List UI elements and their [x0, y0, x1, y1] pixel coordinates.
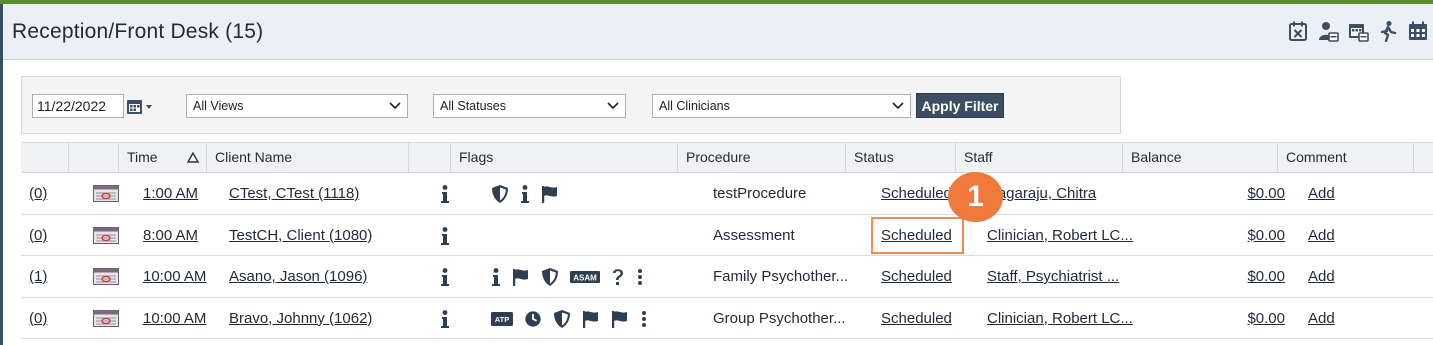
calendar-dropdown-icon[interactable] — [126, 97, 160, 117]
header-balance[interactable]: Balance — [1123, 143, 1278, 173]
page-header: Reception/Front Desk (15) — [3, 4, 1433, 60]
staff-link[interactable]: Clinician, Robert LC... — [987, 215, 1137, 256]
clinicians-select-value: All Clinicians — [659, 99, 730, 113]
calendar-x-icon[interactable] — [1283, 17, 1313, 45]
add-comment-link[interactable]: Add — [1308, 256, 1342, 297]
time-link[interactable]: 8:00 AM — [143, 215, 223, 256]
appointment-count-link[interactable]: (0) — [29, 173, 59, 214]
appointments-grid: Time Client Name Flags Procedure Status … — [21, 142, 1433, 339]
procedure-text: Family Psychother... — [713, 268, 849, 285]
shield-icon[interactable] — [491, 184, 509, 204]
grid-body: (0) 1:00 AM CTest, CTest (1118) testProcedu… — [21, 173, 1433, 339]
more-icon[interactable] — [636, 267, 644, 287]
question-icon[interactable] — [611, 267, 625, 287]
svg-text:ATP: ATP — [495, 315, 509, 324]
more-icon[interactable] — [640, 309, 648, 329]
calendar-print-icon[interactable] — [1343, 17, 1373, 45]
staff-link[interactable]: Staff, Psychiatrist ... — [987, 256, 1137, 297]
add-comment-link[interactable]: Add — [1308, 298, 1342, 339]
appointment-count-link[interactable]: (1) — [29, 256, 59, 297]
client-name-link[interactable]: Asano, Jason (1096) — [229, 256, 419, 297]
time-link[interactable]: 10:00 AM — [143, 298, 223, 339]
sort-ascending-icon — [187, 152, 199, 163]
svg-text:ASAM: ASAM — [573, 274, 597, 283]
appointment-count-link[interactable]: (0) — [29, 298, 59, 339]
views-select-value: All Views — [193, 99, 244, 113]
balance-link[interactable]: $0.00 — [1231, 256, 1285, 297]
header-procedure[interactable]: Procedure — [678, 143, 846, 173]
client-info-icon[interactable] — [440, 309, 450, 330]
add-comment-link[interactable]: Add — [1308, 215, 1342, 256]
table-row: (0) 10:00 AM Bravo, Johnny (1062) ATP Group … — [21, 298, 1433, 339]
client-name-link[interactable]: CTest, CTest (1118) — [229, 173, 419, 214]
client-name-link[interactable]: Bravo, Johnny (1062) — [229, 298, 419, 339]
walk-in-icon[interactable] — [1373, 17, 1403, 45]
header-toolbar — [1283, 17, 1433, 45]
flag-icon[interactable] — [611, 309, 629, 329]
header-info — [409, 143, 451, 173]
info-icon[interactable] — [520, 184, 530, 204]
table-row: (0) 1:00 AM CTest, CTest (1118) testProcedu… — [21, 173, 1433, 215]
time-link[interactable]: 10:00 AM — [143, 256, 223, 297]
header-staff[interactable]: Staff — [956, 143, 1123, 173]
client-info-icon[interactable] — [440, 184, 450, 205]
shield-icon[interactable] — [541, 267, 559, 287]
client-name-link[interactable]: TestCH, Client (1080) — [229, 215, 419, 256]
table-row: (1) 10:00 AM Asano, Jason (1096) ASAM Family… — [21, 256, 1433, 298]
header-status[interactable]: Status — [846, 143, 956, 173]
date-input[interactable] — [32, 94, 124, 118]
chevron-down-icon — [389, 102, 401, 110]
flag-icon[interactable] — [512, 267, 530, 287]
client-info-icon[interactable] — [440, 226, 450, 247]
status-link[interactable]: Scheduled — [881, 298, 959, 339]
info-icon[interactable] — [491, 267, 501, 287]
chevron-down-icon — [607, 102, 619, 110]
balance-link[interactable]: $0.00 — [1231, 215, 1285, 256]
schedule-icon[interactable] — [93, 226, 119, 244]
shield-icon[interactable] — [553, 309, 571, 329]
balance-link[interactable]: $0.00 — [1231, 298, 1285, 339]
statuses-select[interactable]: All Statuses — [433, 94, 626, 118]
grid-header: Time Client Name Flags Procedure Status … — [21, 142, 1433, 173]
page-title: Reception/Front Desk (15) — [12, 20, 264, 43]
header-time[interactable]: Time — [119, 143, 207, 173]
header-client[interactable]: Client Name — [207, 143, 409, 173]
table-row: (0) 8:00 AM TestCH, Client (1080) Assessmen… — [21, 215, 1433, 256]
clock-icon[interactable] — [524, 309, 542, 329]
procedure-text: testProcedure — [713, 185, 807, 202]
schedule-icon[interactable] — [93, 268, 119, 285]
schedule-icon[interactable] — [93, 185, 119, 202]
balance-link[interactable]: $0.00 — [1231, 173, 1285, 214]
statuses-select-value: All Statuses — [440, 99, 507, 113]
appointment-count-link[interactable]: (0) — [29, 215, 59, 256]
calendar-grid-icon[interactable] — [1403, 17, 1433, 45]
highlight-box — [871, 217, 964, 254]
views-select[interactable]: All Views — [186, 94, 408, 118]
clinicians-select[interactable]: All Clinicians — [652, 94, 911, 118]
header-count — [21, 143, 69, 173]
chevron-down-icon — [892, 102, 904, 110]
add-comment-link[interactable]: Add — [1308, 173, 1342, 214]
header-comment[interactable]: Comment — [1278, 143, 1414, 173]
staff-link[interactable]: Nagaraju, Chitra — [987, 173, 1137, 214]
atp-icon[interactable]: ATP — [491, 309, 513, 329]
flag-icon[interactable] — [541, 184, 559, 204]
filter-panel: All Views All Statuses All Clinicians Ap… — [21, 76, 1121, 134]
step-callout: 1 — [948, 172, 1003, 222]
procedure-text: Group Psychother... — [713, 309, 846, 327]
asam-icon[interactable]: ASAM — [570, 267, 600, 287]
staff-calendar-icon[interactable] — [1313, 17, 1343, 45]
apply-filter-button[interactable]: Apply Filter — [916, 93, 1004, 118]
header-icon — [69, 143, 119, 173]
header-time-label: Time — [127, 149, 158, 165]
schedule-icon[interactable] — [93, 309, 119, 327]
staff-link[interactable]: Clinician, Robert LC... — [987, 298, 1137, 339]
client-info-icon[interactable] — [440, 267, 450, 288]
flag-icon[interactable] — [582, 309, 600, 329]
status-link[interactable]: Scheduled — [881, 256, 959, 297]
procedure-text: Assessment — [713, 226, 795, 244]
header-flags[interactable]: Flags — [451, 143, 678, 173]
time-link[interactable]: 1:00 AM — [143, 173, 223, 214]
